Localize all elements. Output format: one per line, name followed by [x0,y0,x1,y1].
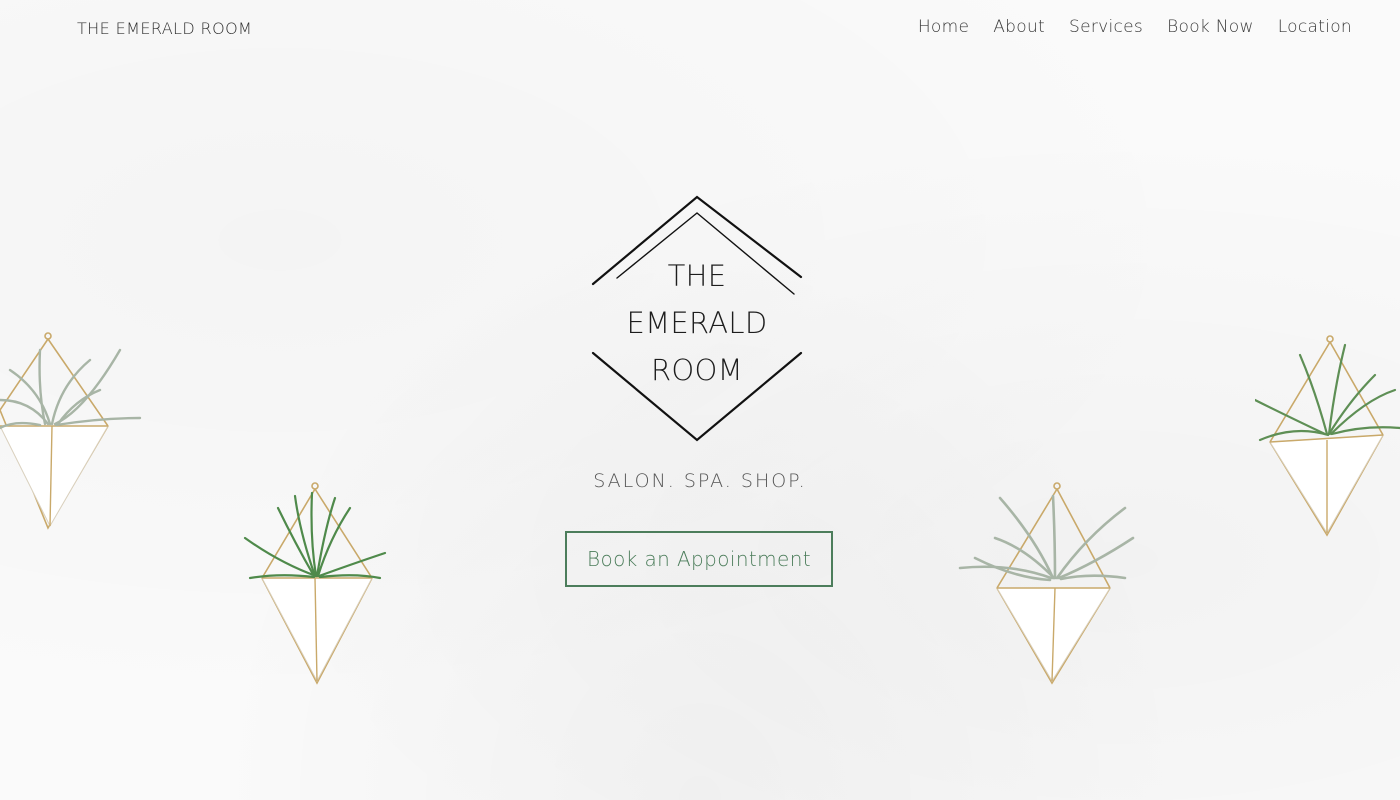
brand-logo: THE EMERALD ROOM [588,193,806,445]
logo-line-emerald: EMERALD [626,306,768,340]
tagline: SALON. SPA. SHOP. [593,470,807,492]
hanging-planter-icon [0,332,142,530]
hanging-planter-icon [958,482,1135,685]
hanging-planter-icon [243,482,387,685]
hanging-planter-icon [1255,335,1400,537]
nav-about[interactable]: About [993,17,1045,37]
site-title[interactable]: THE EMERALD ROOM [77,19,252,38]
nav-home[interactable]: Home [918,17,969,37]
logo-line-room: ROOM [650,353,744,387]
main-nav: Home About Services Book Now Location [918,17,1352,37]
nav-services[interactable]: Services [1069,17,1143,37]
nav-location[interactable]: Location [1278,17,1352,37]
logo-line-the: THE [667,259,727,293]
book-appointment-button[interactable]: Book an Appointment [565,531,833,587]
nav-book-now[interactable]: Book Now [1167,17,1254,37]
